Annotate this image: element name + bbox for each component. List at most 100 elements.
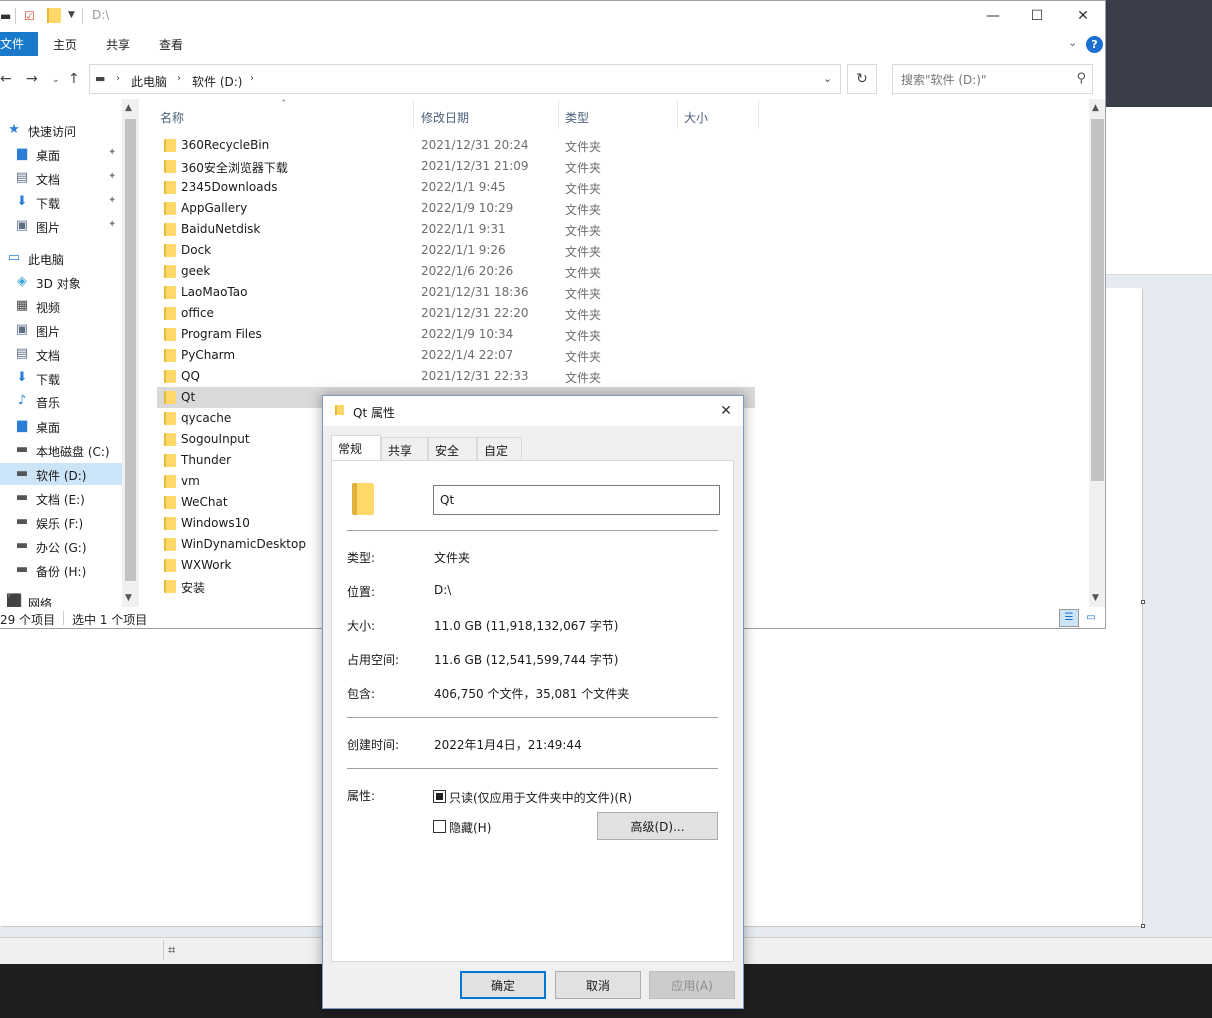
divider (82, 8, 83, 24)
ok-button[interactable]: 确定 (460, 971, 546, 999)
hidden-label[interactable]: 隐藏(H) (449, 819, 491, 836)
file-type: 文件夹 (565, 140, 602, 154)
column-separator[interactable] (558, 101, 559, 129)
sidebar-item[interactable]: ▦ 视频 (0, 295, 122, 317)
file-row[interactable]: office 2021/12/31 22:20 文件夹 (157, 303, 755, 324)
sidebar-item[interactable]: ▣ 图片 (0, 319, 122, 341)
sidebar-item[interactable]: ★ 快速访问 (0, 119, 122, 141)
column-separator[interactable] (677, 101, 678, 129)
sidebar-item[interactable]: ▭ 此电脑 (0, 247, 122, 269)
file-row[interactable]: 360安全浏览器下载 2021/12/31 21:09 文件夹 (157, 156, 755, 177)
file-row[interactable]: LaoMaoTao 2021/12/31 18:36 文件夹 (157, 282, 755, 303)
file-row[interactable]: Dock 2022/1/1 9:26 文件夹 (157, 240, 755, 261)
chevron-right-icon[interactable]: › (250, 73, 254, 84)
sidebar-item[interactable]: ▬ 办公 (G:) (0, 535, 122, 557)
sidebar-item[interactable]: ⬇ 下载 ✦ (0, 191, 122, 213)
hidden-checkbox[interactable] (433, 820, 446, 833)
maximize-button[interactable]: ☐ (1014, 1, 1060, 32)
tab-file[interactable]: 文件 (0, 32, 38, 56)
file-row[interactable]: Program Files 2022/1/9 10:34 文件夹 (157, 324, 755, 345)
recent-locations-icon[interactable]: ⌄ (52, 75, 60, 85)
folder-name-input[interactable] (433, 485, 720, 515)
folder-icon (164, 349, 176, 362)
pin-icon[interactable]: ✦ (108, 195, 116, 206)
canvas-resize-handle[interactable] (1141, 924, 1145, 928)
up-icon[interactable]: ↑ (68, 71, 80, 87)
search-icon[interactable]: ⚲ (1076, 71, 1086, 86)
breadcrumb-this-pc[interactable]: 此电脑 (131, 73, 167, 90)
back-icon[interactable]: ← (0, 71, 12, 87)
chevron-down-icon[interactable]: ▼ (68, 10, 75, 20)
sidebar-item[interactable]: ▬ 本地磁盘 (C:) (0, 439, 122, 461)
tab-home[interactable]: 主页 (53, 36, 77, 53)
pin-icon[interactable]: ✦ (108, 171, 116, 182)
pin-icon[interactable]: ✦ (108, 219, 116, 230)
sidebar-item[interactable]: ♪ 音乐 (0, 390, 122, 412)
file-list-scrollbar[interactable]: ▲ ▼ (1089, 99, 1105, 607)
ribbon-expand-icon[interactable]: ⌄ (1068, 36, 1077, 49)
sidebar-item[interactable]: ▆ 桌面 (0, 415, 122, 437)
details-view-button[interactable]: ☰ (1059, 609, 1079, 627)
close-icon[interactable]: ✕ (713, 400, 739, 422)
column-name[interactable]: 名称 (160, 109, 184, 126)
tab-customize[interactable]: 自定义 (477, 437, 522, 475)
column-type[interactable]: 类型 (565, 109, 589, 126)
canvas-resize-handle[interactable] (1141, 600, 1145, 604)
new-folder-icon[interactable] (47, 8, 61, 23)
advanced-button[interactable]: 高级(D)... (597, 812, 718, 840)
nav-scroll-thumb[interactable] (125, 119, 136, 581)
column-separator[interactable] (758, 101, 759, 129)
tab-security[interactable]: 安全 (428, 437, 477, 460)
sidebar-item[interactable]: ▤ 文档 (0, 343, 122, 365)
file-row[interactable]: QQ 2021/12/31 22:33 文件夹 (157, 366, 755, 387)
file-row[interactable]: geek 2022/1/6 20:26 文件夹 (157, 261, 755, 282)
address-box[interactable]: ▬ › 此电脑 › 软件 (D:) › ⌄ (89, 64, 841, 94)
sidebar-item[interactable]: ▬ 娱乐 (F:) (0, 511, 122, 533)
file-list-scroll-thumb[interactable] (1091, 119, 1104, 481)
file-row[interactable]: 2345Downloads 2022/1/1 9:45 文件夹 (157, 177, 755, 198)
chevron-right-icon[interactable]: › (116, 73, 120, 84)
chevron-right-icon[interactable]: › (177, 73, 181, 84)
folder-icon (335, 405, 344, 415)
column-separator[interactable] (413, 101, 414, 129)
tab-share[interactable]: 共享 (106, 36, 130, 53)
column-size[interactable]: 大小 (684, 109, 708, 126)
file-row[interactable]: PyCharm 2022/1/4 22:07 文件夹 (157, 345, 755, 366)
readonly-checkbox[interactable] (433, 790, 446, 803)
large-icons-view-button[interactable]: ▭ (1081, 609, 1101, 627)
readonly-label[interactable]: 只读(仅应用于文件夹中的文件)(R) (449, 789, 632, 806)
cancel-button[interactable]: 取消 (555, 971, 641, 999)
scroll-up-icon[interactable]: ▲ (1092, 103, 1099, 113)
properties-icon[interactable]: ☑ (24, 9, 35, 23)
file-row[interactable]: AppGallery 2022/1/9 10:29 文件夹 (157, 198, 755, 219)
sidebar-item[interactable]: ▬ 备份 (H:) (0, 559, 122, 581)
tab-general[interactable]: 常规 (331, 435, 381, 461)
sidebar-item[interactable]: ⬇ 下载 (0, 367, 122, 389)
file-row[interactable]: 360RecycleBin 2021/12/31 20:24 文件夹 (157, 135, 755, 156)
apply-button[interactable]: 应用(A) (649, 971, 735, 999)
sidebar-item[interactable]: ▬ 软件 (D:) (0, 463, 122, 485)
pin-icon[interactable]: ✦ (108, 147, 116, 158)
close-button[interactable]: ✕ (1060, 1, 1105, 32)
scroll-down-icon[interactable]: ▼ (1092, 593, 1099, 603)
nav-scrollbar[interactable]: ▲ ▼ (122, 99, 139, 609)
breadcrumb-drive-d[interactable]: 软件 (D:) (192, 73, 242, 90)
scroll-up-icon[interactable]: ▲ (125, 103, 132, 113)
scroll-down-icon[interactable]: ▼ (125, 593, 132, 603)
file-row[interactable]: BaiduNetdisk 2022/1/1 9:31 文件夹 (157, 219, 755, 240)
help-icon[interactable]: ? (1086, 36, 1103, 53)
minimize-button[interactable]: — (970, 1, 1016, 32)
sidebar-item[interactable]: ▣ 图片 ✦ (0, 215, 122, 237)
column-date[interactable]: 修改日期 (421, 109, 469, 126)
tab-view[interactable]: 查看 (159, 36, 183, 53)
chevron-down-icon[interactable]: ⌄ (823, 72, 832, 85)
sidebar-item[interactable]: ▆ 桌面 ✦ (0, 143, 122, 165)
forward-icon[interactable]: → (26, 71, 38, 87)
search-input[interactable] (901, 71, 1071, 89)
sidebar-item[interactable]: ▤ 文档 ✦ (0, 167, 122, 189)
search-box[interactable]: ⚲ (892, 64, 1093, 94)
tab-share[interactable]: 共享 (381, 437, 428, 460)
sidebar-item[interactable]: ▬ 文档 (E:) (0, 487, 122, 509)
refresh-button[interactable]: ↻ (847, 64, 877, 94)
sidebar-item[interactable]: ◈ 3D 对象 (0, 271, 122, 293)
